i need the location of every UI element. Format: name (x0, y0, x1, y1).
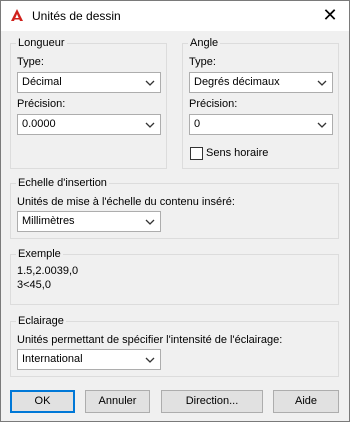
chevron-down-icon (145, 122, 155, 128)
insertion-units-value: Millimètres (22, 215, 75, 227)
lighting-units-value: International (22, 353, 83, 365)
autocad-a-icon (11, 9, 23, 21)
lighting-group-title: Eclairage (16, 315, 66, 328)
angle-type-label: Type: (189, 56, 216, 68)
angle-group: Angle Type: Degrés décimaux Précision: 0… (182, 37, 339, 169)
cancel-button[interactable]: Annuler (85, 390, 150, 413)
chevron-down-icon (145, 80, 155, 86)
angle-type-value: Degrés décimaux (194, 76, 280, 88)
length-group: Longueur Type: Décimal Précision: 0.0000 (10, 37, 167, 169)
chevron-down-icon (317, 122, 327, 128)
length-type-value: Décimal (22, 76, 62, 88)
lighting-group: Eclairage Unités permettant de spécifier… (10, 315, 339, 377)
help-button[interactable]: Aide (273, 390, 339, 413)
length-precision-label: Précision: (17, 98, 66, 110)
sample-output-line-2: 3<45,0 (17, 279, 51, 291)
length-type-select[interactable]: Décimal (17, 72, 161, 93)
clockwise-checkbox[interactable] (190, 147, 203, 160)
lighting-units-select[interactable]: International (17, 349, 161, 370)
length-precision-value: 0.0000 (22, 118, 56, 130)
close-icon[interactable]: ✕ (319, 5, 341, 25)
units-dialog: Unités de dessin ✕ Longueur Type: Décima… (0, 0, 350, 422)
insertion-scale-title: Echelle d'insertion (16, 177, 109, 190)
insertion-units-select[interactable]: Millimètres (17, 211, 161, 232)
title-bar: Unités de dessin ✕ (1, 1, 349, 31)
ok-button[interactable]: OK (10, 390, 75, 413)
lighting-units-label: Unités permettant de spécifier l'intensi… (17, 334, 283, 346)
angle-precision-label: Précision: (189, 98, 238, 110)
chevron-down-icon (145, 357, 155, 363)
angle-type-select[interactable]: Degrés décimaux (189, 72, 333, 93)
chevron-down-icon (145, 219, 155, 225)
window-title: Unités de dessin (32, 9, 121, 23)
sample-output-group: Exemple 1.5,2.0039,0 3<45,0 (10, 248, 339, 305)
angle-precision-value: 0 (194, 118, 201, 130)
insertion-scale-group: Echelle d'insertion Unités de mise à l'é… (10, 177, 339, 239)
angle-precision-select[interactable]: 0 (189, 114, 333, 135)
sample-output-line-1: 1.5,2.0039,0 (17, 265, 79, 277)
length-type-label: Type: (17, 56, 44, 68)
clockwise-label: Sens horaire (206, 147, 269, 159)
direction-button[interactable]: Direction... (161, 390, 263, 413)
angle-group-title: Angle (188, 37, 221, 50)
sample-output-title: Exemple (16, 248, 63, 261)
length-group-title: Longueur (16, 37, 67, 50)
insertion-units-label: Unités de mise à l'échelle du contenu in… (17, 196, 235, 208)
chevron-down-icon (317, 80, 327, 86)
length-precision-select[interactable]: 0.0000 (17, 114, 161, 135)
